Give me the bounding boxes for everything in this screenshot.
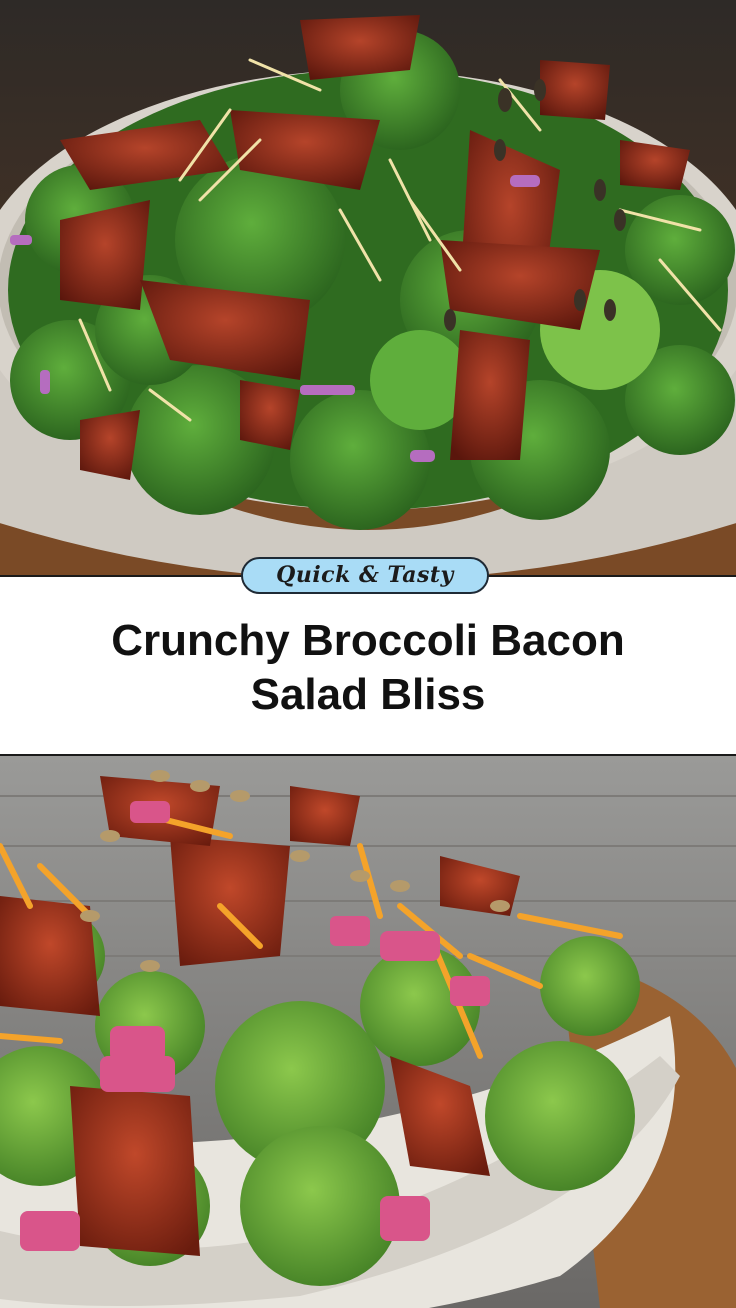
quick-tasty-badge: Quick & Tasty: [241, 557, 489, 594]
top-salad-photo: [0, 0, 736, 575]
recipe-title: Crunchy Broccoli Bacon Salad Bliss: [40, 614, 696, 722]
recipe-title-line-1: Crunchy Broccoli Bacon: [111, 616, 625, 665]
bottom-salad-illustration: [0, 756, 736, 1308]
recipe-title-line-2: Salad Bliss: [250, 670, 486, 719]
bottom-salad-photo: [0, 756, 736, 1308]
badge-label: Quick & Tasty: [276, 562, 454, 588]
top-salad-illustration: [0, 0, 736, 575]
